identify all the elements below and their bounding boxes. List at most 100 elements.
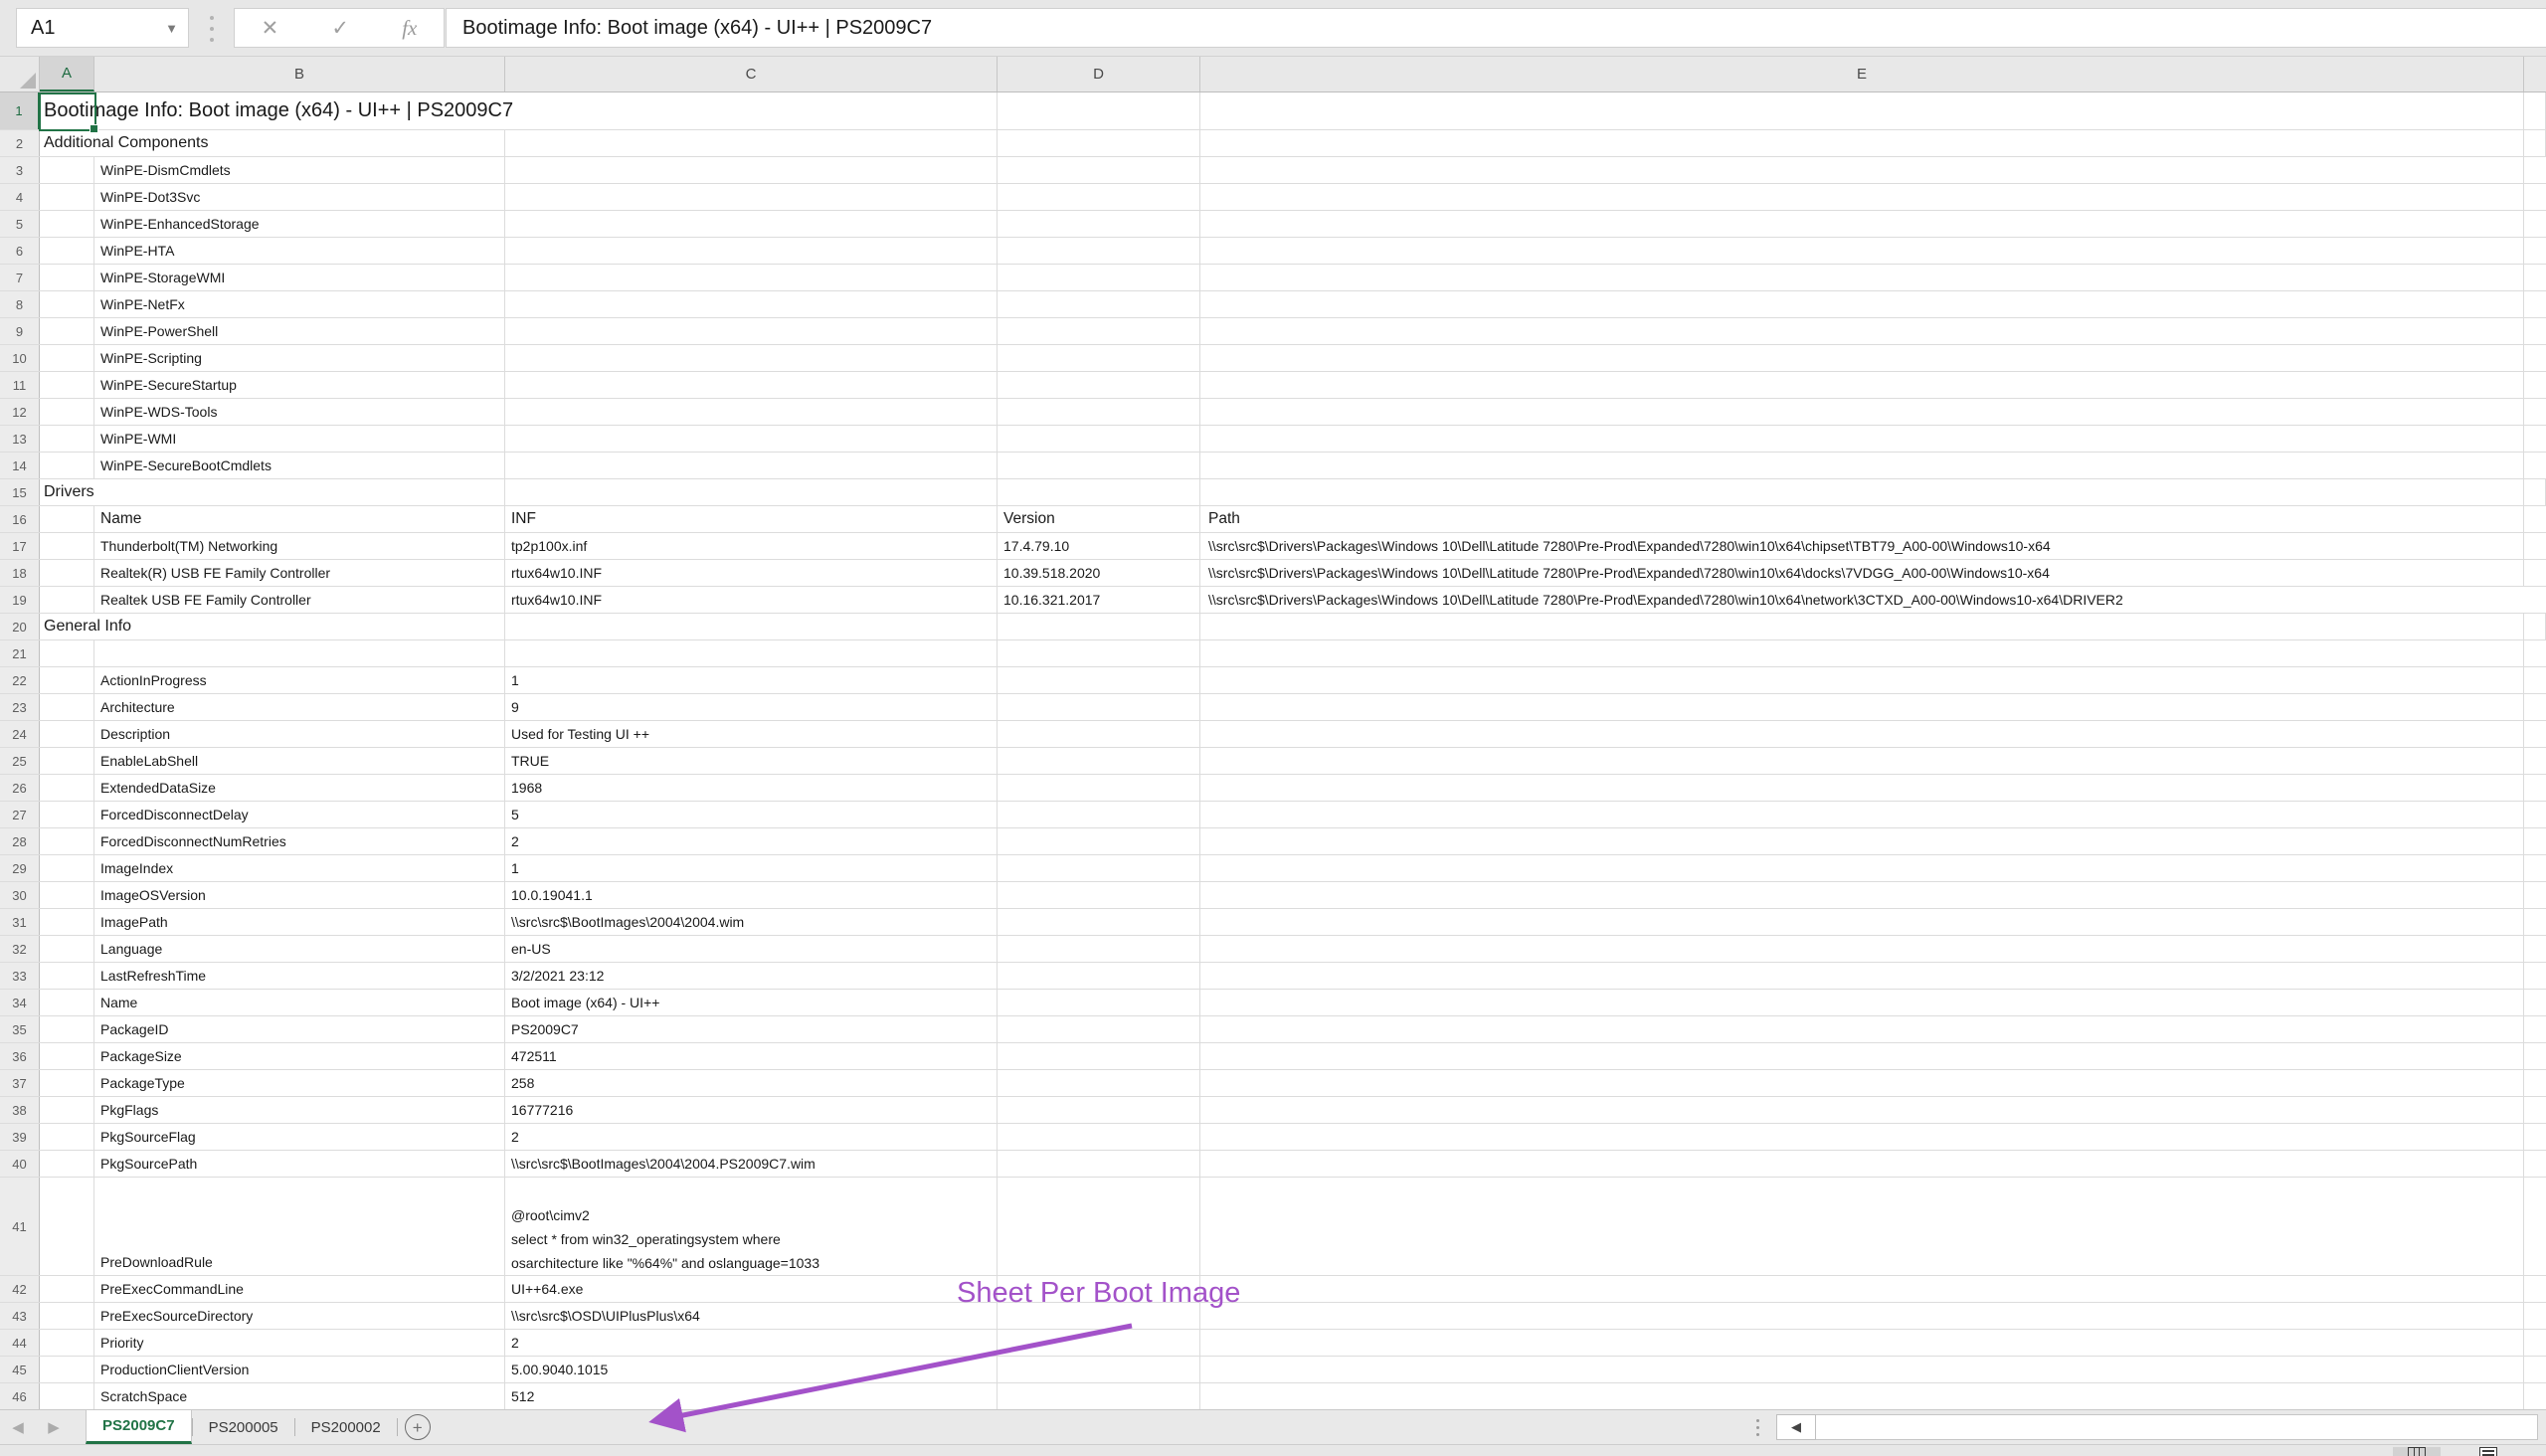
grid-cell[interactable] [1200, 130, 2524, 156]
normal-view-button[interactable] [2393, 1447, 2441, 1456]
row-header-20[interactable]: 20 [0, 614, 40, 639]
grid-cell[interactable]: 9 [505, 694, 998, 720]
grid-cell[interactable]: ForcedDisconnectDelay [94, 802, 505, 827]
grid-cell[interactable] [1200, 748, 2524, 774]
grid-cell[interactable] [1200, 1276, 2524, 1302]
grid-cell[interactable] [94, 614, 505, 639]
grid-cell[interactable] [2524, 1276, 2546, 1302]
grid-cell[interactable] [2524, 1178, 2546, 1275]
horizontal-scrollbar[interactable] [1816, 1414, 2538, 1440]
grid-cell[interactable] [998, 828, 1200, 854]
grid-cell[interactable] [40, 936, 94, 962]
grid-cell[interactable] [40, 721, 94, 747]
grid-cell[interactable] [1200, 802, 2524, 827]
row-header-1[interactable]: 1 [0, 92, 40, 129]
grid-cell[interactable]: WinPE-NetFx [94, 291, 505, 317]
grid-cell[interactable]: 2 [505, 828, 998, 854]
sheet-nav-right-icon[interactable]: ▶ [36, 1410, 72, 1444]
row-header-39[interactable]: 39 [0, 1124, 40, 1150]
grid-cell[interactable] [40, 1330, 94, 1356]
grid-cell[interactable]: PackageType [94, 1070, 505, 1096]
grid-cell[interactable]: INF [505, 506, 998, 532]
grid-cell[interactable] [40, 1276, 94, 1302]
grid-cell[interactable] [2524, 372, 2546, 398]
grid-cell[interactable] [2524, 775, 2546, 801]
grid-cell[interactable] [2524, 238, 2546, 264]
grid-cell[interactable] [505, 479, 998, 505]
row-header-7[interactable]: 7 [0, 265, 40, 290]
grid-cell[interactable]: WinPE-WMI [94, 426, 505, 452]
row-header-10[interactable]: 10 [0, 345, 40, 371]
grid-cell[interactable] [1200, 721, 2524, 747]
grid-cell[interactable] [998, 667, 1200, 693]
grid-cell[interactable]: WinPE-HTA [94, 238, 505, 264]
grid-cell[interactable] [998, 1383, 1200, 1409]
grid-cell[interactable] [998, 882, 1200, 908]
grid-cell[interactable] [1200, 479, 2524, 505]
grid-cell[interactable]: ImageOSVersion [94, 882, 505, 908]
row-header-33[interactable]: 33 [0, 963, 40, 989]
grid-cell[interactable]: Version [998, 506, 1200, 532]
grid-cell[interactable] [1200, 1043, 2524, 1069]
column-header-A[interactable]: A [40, 57, 94, 91]
grid-cell[interactable] [2524, 587, 2546, 613]
grid-cell[interactable]: WinPE-SecureBootCmdlets [94, 453, 505, 478]
grid-cell[interactable] [1200, 1097, 2524, 1123]
grid-cell[interactable] [998, 1178, 1200, 1275]
row-header-12[interactable]: 12 [0, 399, 40, 425]
grid-cell[interactable] [998, 1070, 1200, 1096]
sheet-tab-PS200005[interactable]: PS200005 [193, 1410, 294, 1444]
grid-cell[interactable]: \\src\src$\BootImages\2004\2004.wim [505, 909, 998, 935]
grid-cell[interactable] [998, 640, 1200, 666]
grid-cell[interactable] [2524, 291, 2546, 317]
grid-cell[interactable] [1200, 1070, 2524, 1096]
grid-cell[interactable] [2524, 802, 2546, 827]
grid-cell[interactable] [998, 265, 1200, 290]
grid-cell[interactable]: EnableLabShell [94, 748, 505, 774]
row-header-26[interactable]: 26 [0, 775, 40, 801]
grid-cell[interactable] [1200, 1330, 2524, 1356]
grid-cell[interactable]: WinPE-EnhancedStorage [94, 211, 505, 237]
grid-cell[interactable] [998, 372, 1200, 398]
grid-cell[interactable] [998, 963, 1200, 989]
grid-cell[interactable] [1200, 640, 2524, 666]
grid-cell[interactable]: PkgFlags [94, 1097, 505, 1123]
row-header-6[interactable]: 6 [0, 238, 40, 264]
grid-cell[interactable]: tp2p100x.inf [505, 533, 998, 559]
grid-cell[interactable] [40, 828, 94, 854]
grid-cell[interactable]: ActionInProgress [94, 667, 505, 693]
grid-cell[interactable] [2524, 1383, 2546, 1409]
grid-cell[interactable]: 10.0.19041.1 [505, 882, 998, 908]
grid-cell[interactable] [998, 909, 1200, 935]
grid-cell[interactable] [998, 990, 1200, 1015]
grid-cell[interactable] [998, 855, 1200, 881]
grid-cell[interactable]: \\src\src$\BootImages\2004\2004.PS2009C7… [505, 1151, 998, 1177]
grid-cell[interactable]: 10.39.518.2020 [998, 560, 1200, 586]
grid-cell[interactable] [2524, 211, 2546, 237]
grid-cell[interactable]: PackageSize [94, 1043, 505, 1069]
grid-cell[interactable] [998, 1330, 1200, 1356]
grid-cell[interactable] [505, 318, 998, 344]
grid-cell[interactable] [1200, 92, 2524, 129]
grid-cell[interactable] [1200, 909, 2524, 935]
grid-cell[interactable] [40, 372, 94, 398]
grid-cell[interactable]: ExtendedDataSize [94, 775, 505, 801]
grid-cell[interactable] [1200, 990, 2524, 1015]
row-header-23[interactable]: 23 [0, 694, 40, 720]
row-header-17[interactable]: 17 [0, 533, 40, 559]
row-header-44[interactable]: 44 [0, 1330, 40, 1356]
grid-cell[interactable] [2524, 614, 2546, 639]
row-header-37[interactable]: 37 [0, 1070, 40, 1096]
grid-cell[interactable] [1200, 1124, 2524, 1150]
grid-cell[interactable] [40, 587, 94, 613]
grid-cell[interactable] [1200, 291, 2524, 317]
row-header-42[interactable]: 42 [0, 1276, 40, 1302]
grid-cell[interactable] [1200, 399, 2524, 425]
grid-cell[interactable]: \\src\src$\Drivers\Packages\Windows 10\D… [1200, 587, 2524, 613]
grid-cell[interactable]: 472511 [505, 1043, 998, 1069]
grid-cell[interactable] [2524, 909, 2546, 935]
grid-cell[interactable] [40, 291, 94, 317]
grid-cell[interactable]: 5.00.9040.1015 [505, 1357, 998, 1382]
grid-cell[interactable] [40, 345, 94, 371]
grid-cell[interactable]: PreExecCommandLine [94, 1276, 505, 1302]
